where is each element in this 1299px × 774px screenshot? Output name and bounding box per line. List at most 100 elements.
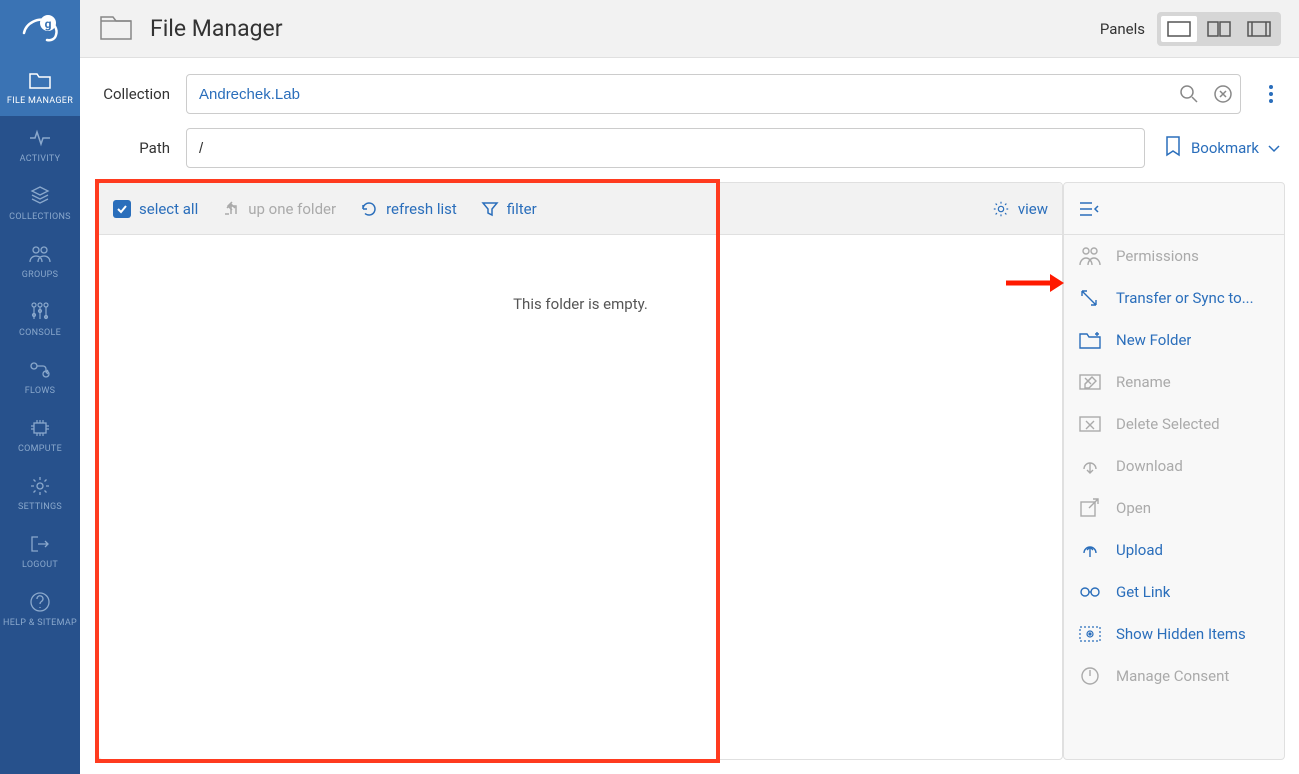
nav-label: FILE MANAGER [7,96,73,106]
clear-icon[interactable] [1213,84,1233,104]
panel-split-button[interactable] [1201,16,1237,42]
nav-activity[interactable]: ACTIVITY [0,116,80,174]
action-label: Transfer or Sync to... [1116,289,1254,307]
collection-label: Collection [98,85,186,103]
search-icon[interactable] [1179,84,1199,104]
nav-label: ACTIVITY [20,154,61,164]
nav-flows[interactable]: FLOWS [0,348,80,406]
fields: Collection Path [80,58,1299,182]
gear-icon [26,474,54,498]
action-power: Manage Consent [1064,655,1284,697]
nav-console[interactable]: CONSOLE [0,290,80,348]
panels-label: Panels [1100,20,1145,38]
select-all-button[interactable]: select all [113,200,198,218]
file-list-panel: select all up one folder refresh list [98,182,1063,760]
path-label: Path [98,139,186,157]
action-open: Open [1064,487,1284,529]
action-label: Show Hidden Items [1116,625,1246,643]
refresh-icon [360,200,378,218]
nav-label: COMPUTE [18,444,62,454]
page-title: File Manager [150,15,283,42]
empty-folder-message: This folder is empty. [99,235,1062,313]
nav-compute[interactable]: COMPUTE [0,406,80,464]
action-users: Permissions [1064,235,1284,277]
filter-button[interactable]: filter [481,200,537,218]
new-folder-icon [1078,329,1102,351]
collection-input[interactable] [186,74,1241,114]
action-link[interactable]: Get Link [1064,571,1284,613]
bookmark-button[interactable]: Bookmark [1191,139,1281,157]
nav-logout[interactable]: LOGOUT [0,522,80,580]
checkbox-icon [113,200,131,218]
sidebar: g FILE MANAGER ACTIVITY COLLECTIONS GROU… [0,0,80,774]
header: File Manager Panels [80,0,1299,58]
action-label: Get Link [1116,583,1170,601]
panel-toggle-group [1157,12,1281,46]
actions-panel: Permissions Transfer or Sync to... New Fol… [1063,182,1285,760]
action-label: Rename [1116,373,1171,391]
action-download: Download [1064,445,1284,487]
nav-collections[interactable]: COLLECTIONS [0,174,80,232]
select-all-label: select all [139,200,198,218]
groups-icon [26,242,54,266]
action-delete: Delete Selected [1064,403,1284,445]
action-new-folder[interactable]: New Folder [1064,319,1284,361]
delete-icon [1078,413,1102,435]
collection-menu-button[interactable] [1261,85,1281,103]
nav-groups[interactable]: GROUPS [0,232,80,290]
globus-logo[interactable]: g [0,0,80,58]
up-one-folder-button[interactable]: up one folder [222,200,336,218]
filter-icon [481,200,499,218]
nav-label: SETTINGS [18,502,62,512]
refresh-button[interactable]: refresh list [360,200,457,218]
rename-icon [1078,371,1102,393]
eye-icon [1078,623,1102,645]
action-upload[interactable]: Upload [1064,529,1284,571]
bookmark-label: Bookmark [1191,139,1259,157]
main: File Manager Panels Collection [80,0,1299,774]
power-icon [1078,665,1102,687]
nav-label: HELP & SITEMAP [3,618,77,628]
collections-icon [26,184,54,208]
nav-label: CONSOLE [19,328,61,338]
gear-icon [992,200,1010,218]
nav-label: GROUPS [22,270,59,280]
action-label: Upload [1116,541,1163,559]
open-icon [1078,497,1102,519]
view-button[interactable]: view [992,200,1048,218]
action-label: Open [1116,499,1151,517]
refresh-label: refresh list [386,200,457,218]
action-label: Permissions [1116,247,1199,265]
action-rename: Rename [1064,361,1284,403]
logout-icon [26,532,54,556]
nav-label: LOGOUT [22,560,58,570]
list-toolbar: select all up one folder refresh list [99,183,1062,235]
transfer-icon [1078,287,1102,309]
filter-label: filter [507,200,537,218]
up-arrow-icon [222,200,240,218]
nav-file-manager[interactable]: FILE MANAGER [0,58,80,116]
up-one-label: up one folder [248,200,336,218]
console-icon [26,300,54,324]
folder-icon [98,11,134,47]
link-icon [1078,581,1102,603]
nav-label: COLLECTIONS [9,212,71,222]
download-icon [1078,455,1102,477]
bookmark-icon[interactable] [1165,135,1181,161]
collapse-panel-button[interactable] [1064,183,1284,235]
panel-single-button[interactable] [1161,16,1197,42]
help-icon [26,590,54,614]
flows-icon [26,358,54,382]
path-input[interactable] [186,128,1145,168]
action-label: Manage Consent [1116,667,1229,685]
action-transfer[interactable]: Transfer or Sync to... [1064,277,1284,319]
action-eye[interactable]: Show Hidden Items [1064,613,1284,655]
nav-help[interactable]: HELP & SITEMAP [0,580,80,638]
nav-settings[interactable]: SETTINGS [0,464,80,522]
panel-wide-button[interactable] [1241,16,1277,42]
compute-icon [26,416,54,440]
users-icon [1078,245,1102,267]
action-label: Delete Selected [1116,415,1220,433]
nav-label: FLOWS [25,386,56,396]
svg-text:g: g [45,17,52,31]
